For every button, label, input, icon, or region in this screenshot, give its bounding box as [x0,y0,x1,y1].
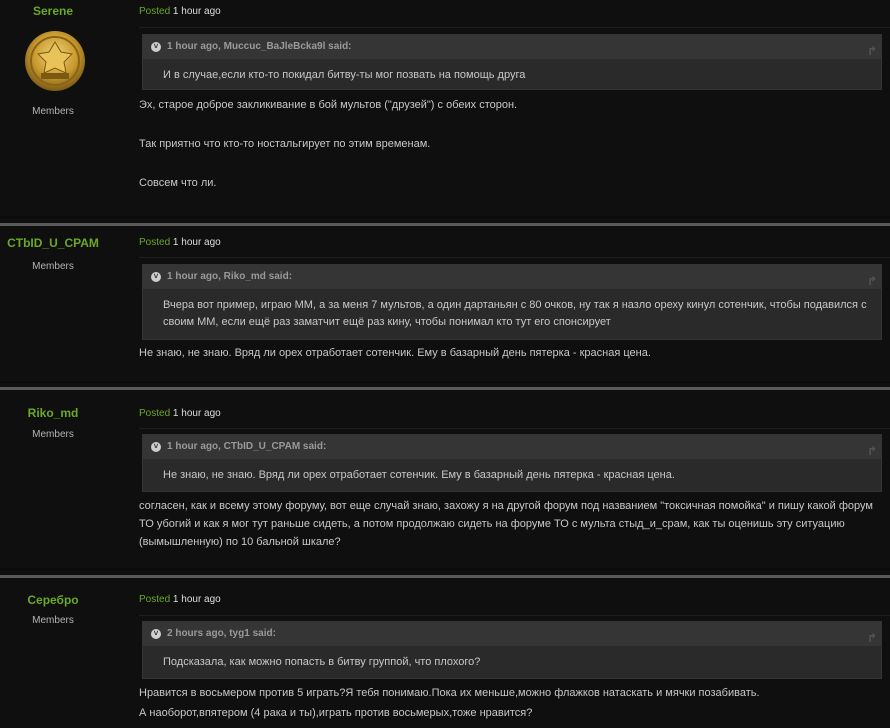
post-divider [0,387,890,390]
quote-block: ˅ 1 hour ago, Muccuc_BaJleBcka9l said: ↱… [142,34,882,90]
author-name[interactable]: CTbID_U_CPAM [0,236,106,250]
post-time[interactable]: 1 hour ago [173,6,221,17]
post-paragraph: Не знаю, не знаю. Вряд ли орех отработае… [139,347,651,359]
post-meta: Posted 1 hour ago [139,594,221,605]
quote-citation: 2 hours ago, tyg1 said: [167,628,276,639]
post-paragraph: Так приятно что кто-то ностальгирует по … [139,138,431,150]
quote-block: ˅ 1 hour ago, CTbID_U_CPAM said: ↱ Не зн… [142,434,882,492]
member-group: Members [32,106,74,117]
posted-label: Posted [139,594,171,605]
author-name[interactable]: Serene [0,4,106,18]
posted-label: Posted [139,237,171,248]
chevron-down-icon[interactable]: ˅ [151,442,161,452]
quote-citation: 1 hour ago, Muccuc_BaJleBcka9l said: [167,41,352,52]
quote-header[interactable]: ˅ 1 hour ago, CTbID_U_CPAM said: ↱ [143,435,881,459]
post-paragraph: Совсем что ли. [139,177,217,189]
quote-text: Подсказала, как можно попасть в битву гр… [163,656,481,668]
share-icon[interactable]: ↱ [867,626,881,645]
chevron-down-icon[interactable]: ˅ [151,272,161,282]
member-group: Members [32,615,74,626]
quote-citation: 1 hour ago, Riko_md said: [167,271,293,282]
post-divider [0,381,890,383]
post-meta: Posted 1 hour ago [139,6,221,17]
share-icon[interactable]: ↱ [867,39,881,58]
author-name[interactable]: Riko_md [0,406,106,420]
post-meta: Posted 1 hour ago [139,237,221,248]
post-paragraph: согласен, как и всему этому форуму, вот … [139,500,873,548]
quote-block: ˅ 1 hour ago, Riko_md said: ↱ Вчера вот … [142,264,882,340]
post-divider [0,575,890,578]
post-divider [0,216,890,218]
member-group: Members [32,261,74,272]
quote-header[interactable]: ˅ 1 hour ago, Riko_md said: ↱ [143,265,881,289]
post-time[interactable]: 1 hour ago [173,237,221,248]
member-group: Members [32,429,74,440]
post-paragraph: Эх, старое доброе закликивание в бой мул… [139,99,518,111]
post-paragraph: А наоборот,впятером (4 рака и ты),играть… [139,707,533,719]
quote-text: Не знаю, не знаю. Вряд ли орех отработае… [163,469,675,481]
share-icon[interactable]: ↱ [867,269,881,288]
post-divider [0,568,890,570]
quote-header[interactable]: ˅ 1 hour ago, Muccuc_BaJleBcka9l said: ↱ [143,35,881,59]
chevron-down-icon[interactable]: ˅ [151,629,161,639]
share-icon[interactable]: ↱ [867,439,881,458]
quote-text: И в случае,если кто-то покидал битву-ты … [163,69,526,81]
post-paragraph: Нравится в восьмером против 5 играть?Я т… [139,687,760,699]
quote-citation: 1 hour ago, CTbID_U_CPAM said: [167,441,327,452]
avatar[interactable] [24,30,86,92]
posted-label: Posted [139,408,171,419]
post-time[interactable]: 1 hour ago [173,408,221,419]
quote-header[interactable]: ˅ 2 hours ago, tyg1 said: ↱ [143,622,881,646]
quote-block: ˅ 2 hours ago, tyg1 said: ↱ Подсказала, … [142,621,882,679]
chevron-down-icon[interactable]: ˅ [151,42,161,52]
quote-text: Вчера вот пример, играю ММ, а за меня 7 … [163,299,867,328]
author-name[interactable]: Серебро [0,593,106,607]
post-meta: Posted 1 hour ago [139,408,221,419]
post-time[interactable]: 1 hour ago [173,594,221,605]
post-divider [0,223,890,226]
posted-label: Posted [139,6,171,17]
